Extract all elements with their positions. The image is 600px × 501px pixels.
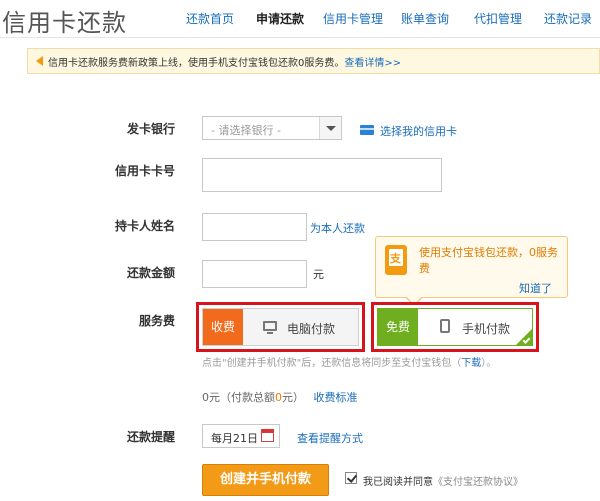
card-number-label: 信用卡卡号	[114, 164, 175, 178]
my-cards-link[interactable]: 选择我的信用卡	[380, 123, 457, 139]
create-and-pay-button[interactable]: 创建并手机付款	[202, 464, 329, 496]
bank-select[interactable]: - 请选择银行 -	[202, 116, 342, 140]
card-number-input[interactable]	[202, 158, 442, 192]
agreement-text: 我已阅读并同意	[363, 477, 433, 488]
wallet-tooltip: 使用支付宝钱包还款，0服务费 知道了	[375, 236, 568, 307]
notice-text: 信用卡还款服务费新政策上线，使用手机支付宝钱包还款0服务费。	[48, 58, 345, 69]
reminder-date-input[interactable]: 每月21日	[202, 424, 280, 448]
fee-unit: 元（付款总额	[209, 391, 275, 404]
reminder-method-link[interactable]: 查看提醒方式	[297, 430, 363, 446]
alipay-wallet-icon	[385, 245, 407, 275]
pc-pay-tag: 收费	[203, 309, 243, 345]
total-summary: 0元（付款总额0元） 收费标准	[202, 389, 358, 405]
total-amount: 0	[275, 391, 282, 404]
nav-item-records[interactable]: 还款记录	[544, 10, 592, 27]
credit-card-icon	[360, 125, 374, 135]
chevron-down-icon	[319, 117, 341, 139]
mobile-pay-label: 手机付款	[462, 322, 511, 336]
total-unit: 元）	[282, 391, 304, 404]
bank-label: 发卡银行	[126, 122, 175, 136]
nav-item-apply[interactable]: 申请还款	[256, 10, 304, 27]
hint-text: 点击"创建并手机付款"后，还款信息将同步至支付宝钱包（	[202, 358, 462, 369]
sync-hint: 点击"创建并手机付款"后，还款信息将同步至支付宝钱包（下载）。	[202, 354, 496, 369]
notice-bar: 信用卡还款服务费新政策上线，使用手机支付宝钱包还款0服务费。查看详情>>	[27, 48, 600, 74]
holder-name-input[interactable]	[202, 213, 307, 241]
agreement-link[interactable]: 《支付宝还款协议》	[433, 477, 523, 488]
nav-item-bill-query[interactable]: 账单查询	[401, 10, 449, 27]
holder-name-label: 持卡人姓名	[114, 219, 175, 233]
calendar-icon[interactable]	[261, 429, 274, 442]
self-repay-link[interactable]: 为本人还款	[310, 220, 365, 236]
mobile-pay-highlight: 免费 手机付款	[371, 302, 539, 352]
nav-item-auto-debit[interactable]: 代扣管理	[474, 10, 522, 27]
fee-amount: 0	[202, 391, 209, 404]
amount-input[interactable]	[202, 260, 307, 288]
bank-select-value: - 请选择银行 -	[211, 124, 281, 137]
notice-detail-link[interactable]: 查看详情>>	[344, 58, 401, 69]
mobile-pay-tag: 免费	[378, 309, 418, 345]
fee-label: 服务费	[138, 314, 175, 328]
nav-item-card-manage[interactable]: 信用卡管理	[323, 10, 383, 27]
phone-icon	[440, 319, 450, 333]
fee-standard-link[interactable]: 收费标准	[314, 391, 358, 404]
tooltip-dismiss-link[interactable]: 知道了	[519, 280, 552, 296]
agreement-checkbox[interactable]	[345, 472, 357, 484]
hint-suffix: ）。	[481, 358, 497, 369]
reminder-date-value: 每月21日	[211, 432, 258, 445]
amount-label: 还款金额	[126, 266, 175, 280]
nav-item-home[interactable]: 还款首页	[186, 10, 234, 27]
download-link[interactable]: 下载	[461, 358, 481, 369]
header: 信用卡还款 还款首页 申请还款 信用卡管理 账单查询 代扣管理 还款记录	[0, 0, 600, 38]
tooltip-text: 使用支付宝钱包还款，0服务费	[419, 246, 558, 275]
pc-pay-highlight: 收费 电脑付款	[196, 302, 365, 352]
speaker-icon	[36, 56, 43, 66]
mobile-pay-option[interactable]: 免费 手机付款	[377, 308, 533, 346]
amount-unit: 元	[313, 268, 324, 281]
pc-pay-option[interactable]: 收费 电脑付款	[202, 308, 359, 346]
pc-pay-label: 电脑付款	[287, 322, 336, 336]
computer-icon	[263, 321, 277, 334]
top-nav: 还款首页 申请还款 信用卡管理 账单查询 代扣管理 还款记录	[0, 10, 600, 28]
reminder-label: 还款提醒	[126, 430, 175, 444]
